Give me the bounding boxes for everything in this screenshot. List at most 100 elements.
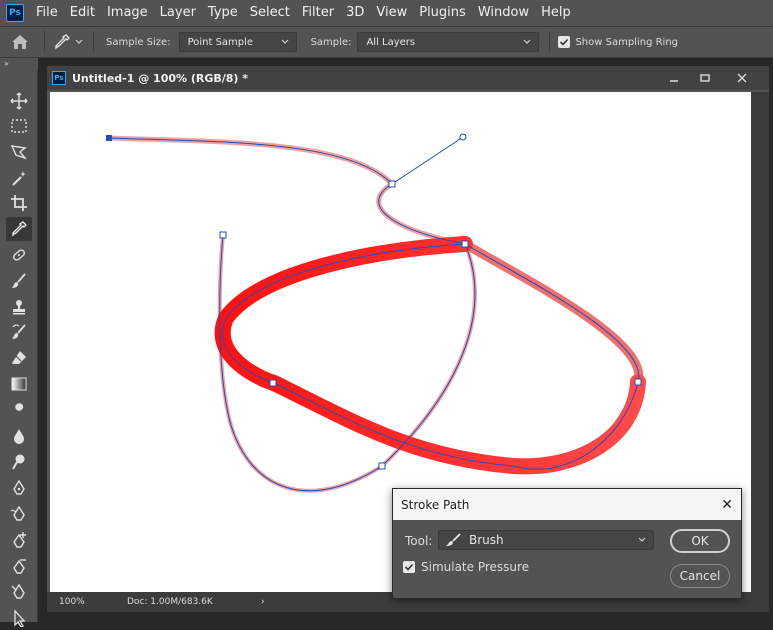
move-tool[interactable] — [6, 89, 32, 113]
menu-3d[interactable]: 3D — [340, 0, 370, 26]
stroke-soft-segment — [106, 135, 468, 247]
checkmark-icon — [404, 563, 414, 571]
stamp-icon — [13, 300, 25, 315]
anchor-point[interactable] — [219, 231, 227, 239]
smudge-tool[interactable] — [6, 398, 32, 422]
cancel-button[interactable]: Cancel — [670, 564, 730, 588]
menu-file[interactable]: File — [30, 0, 64, 26]
separator — [44, 31, 45, 53]
checkmark-icon — [560, 38, 569, 46]
dialog-body: Tool: Brush Simulate Pressure OK Cancel — [393, 520, 741, 600]
bandage-icon — [13, 249, 25, 261]
history-brush-icon — [12, 324, 26, 339]
ok-button[interactable]: OK — [670, 529, 730, 553]
anchor-point[interactable] — [106, 135, 112, 141]
menu-select[interactable]: Select — [244, 0, 296, 26]
stroke-main-red — [214, 236, 646, 475]
pen-tool[interactable] — [6, 476, 32, 500]
tool-label: Tool: — [405, 534, 433, 548]
home-icon — [12, 35, 28, 49]
magic-wand-tool[interactable] — [6, 166, 32, 190]
sample-size-select[interactable]: Point Sample — [178, 32, 297, 52]
convert-point-tool[interactable] — [6, 580, 32, 604]
document-tab[interactable]: Ps Untitled-1 @ 100% (RGB/8) * — [47, 66, 769, 90]
marquee-tool[interactable] — [6, 114, 32, 138]
handle-endpoint[interactable] — [459, 133, 467, 141]
tool-select-value: Brush — [469, 533, 504, 547]
doc-size-info[interactable]: Doc: 1.00M/683.6K — [127, 597, 257, 607]
path-selection-tool[interactable] — [6, 606, 32, 630]
simulate-pressure-row: Simulate Pressure — [403, 560, 529, 574]
sample-label: Sample: — [310, 36, 352, 48]
minimize-icon — [670, 80, 678, 82]
gradient-icon — [11, 377, 27, 391]
photoshop-logo-icon[interactable]: Ps — [6, 4, 24, 22]
eyedropper-icon — [55, 34, 70, 50]
add-anchor-tool[interactable] — [6, 528, 32, 552]
anchor-point[interactable] — [388, 180, 396, 188]
eraser-tool[interactable] — [6, 346, 32, 370]
menu-image[interactable]: Image — [101, 0, 154, 26]
menu-filter[interactable]: Filter — [296, 0, 340, 26]
menu-view[interactable]: View — [370, 0, 413, 26]
sample-select[interactable]: All Layers — [357, 32, 540, 52]
simulate-pressure-checkbox[interactable] — [403, 561, 415, 573]
zoom-level[interactable]: 100% — [47, 597, 93, 607]
minimize-button[interactable] — [659, 68, 689, 88]
separator — [93, 31, 94, 53]
tool-select[interactable]: Brush — [438, 530, 654, 550]
status-menu-arrow[interactable]: › — [261, 597, 281, 607]
home-button[interactable] — [0, 27, 40, 57]
menu-edit[interactable]: Edit — [64, 0, 101, 26]
show-sampling-ring-checkbox[interactable] — [558, 36, 571, 48]
separator — [549, 31, 551, 53]
vertical-scrollbar[interactable] — [751, 92, 769, 592]
chevron-down-icon — [75, 39, 83, 44]
brush-icon — [12, 273, 26, 288]
maximize-icon — [700, 74, 710, 82]
direction-handle — [391, 136, 464, 185]
menu-plugins[interactable]: Plugins — [413, 0, 472, 26]
dialog-close-button[interactable]: ✕ — [721, 497, 733, 513]
dialog-header: Stroke Path ✕ — [393, 489, 741, 520]
clone-stamp-tool[interactable] — [6, 295, 32, 319]
crop-icon — [11, 195, 27, 211]
chevron-down-icon — [638, 537, 646, 542]
menu-bar: Ps File Edit Image Layer Type Select Fil… — [0, 0, 773, 26]
menu-layer[interactable]: Layer — [154, 0, 202, 26]
freeform-pen-tool[interactable] — [6, 502, 32, 526]
freeform-pen-icon — [10, 505, 25, 521]
lasso-tool[interactable] — [6, 140, 32, 164]
eyedropper-tool[interactable] — [6, 217, 32, 241]
healing-brush-tool[interactable] — [6, 243, 32, 267]
photoshop-doc-icon: Ps — [52, 71, 66, 85]
history-brush-tool[interactable] — [6, 320, 32, 344]
tools-panel-collapse[interactable]: » — [0, 58, 38, 70]
polygonal-lasso-icon — [10, 145, 28, 160]
menu-help[interactable]: Help — [535, 0, 577, 26]
sample-value: All Layers — [366, 36, 416, 48]
chevron-down-icon — [524, 39, 531, 44]
arrow-icon — [14, 609, 26, 627]
dodge-icon — [12, 454, 25, 470]
eraser-icon — [12, 351, 26, 364]
close-button[interactable] — [727, 68, 757, 88]
move-icon — [10, 92, 28, 110]
tool-preset-picker[interactable] — [49, 30, 89, 54]
eyedropper-icon — [12, 221, 27, 237]
menu-type[interactable]: Type — [202, 0, 244, 26]
dodge-tool[interactable] — [6, 450, 32, 474]
anchor-point[interactable] — [269, 379, 277, 387]
anchor-point[interactable] — [634, 378, 642, 386]
rect-marquee-icon — [11, 119, 27, 133]
anchor-point[interactable] — [461, 240, 469, 248]
gradient-tool[interactable] — [6, 372, 32, 396]
brush-tool[interactable] — [6, 269, 32, 293]
delete-anchor-tool[interactable] — [6, 554, 32, 578]
sample-size-label: Sample Size: — [106, 36, 171, 48]
menu-window[interactable]: Window — [472, 0, 535, 26]
anchor-point[interactable] — [378, 462, 386, 470]
blur-tool[interactable] — [6, 424, 32, 448]
crop-tool[interactable] — [6, 191, 32, 215]
maximize-button[interactable] — [690, 68, 720, 88]
